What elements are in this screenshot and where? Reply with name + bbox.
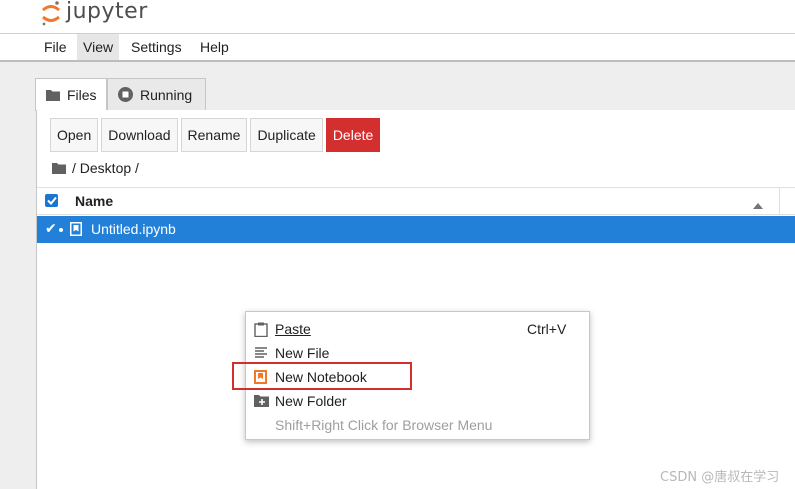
delete-button[interactable]: Delete <box>325 118 381 152</box>
watermark: CSDN @唐叔在学习 <box>660 470 780 485</box>
file-name[interactable]: Untitled.ipynb <box>91 221 176 237</box>
select-all-checkbox[interactable] <box>45 194 58 207</box>
app-header: jupyter <box>0 0 795 33</box>
stop-circle-icon <box>118 87 133 102</box>
menu-help[interactable]: Help <box>194 34 235 60</box>
menubar: File View Settings Help <box>0 33 795 62</box>
tab-running[interactable]: Running <box>107 78 206 110</box>
tab-files-label: Files <box>67 87 97 103</box>
checkmark-icon <box>46 196 57 205</box>
jupyter-logo[interactable]: jupyter <box>40 0 148 29</box>
menu-item-label: Shift+Right Click for Browser Menu <box>275 417 493 433</box>
rename-button[interactable]: Rename <box>180 118 248 152</box>
tab-files[interactable]: Files <box>35 78 107 111</box>
sort-ascending-icon[interactable] <box>753 196 763 214</box>
file-list-header: Name <box>37 187 795 215</box>
new-folder-icon <box>254 394 269 407</box>
menu-item-label: New Folder <box>275 393 347 409</box>
folder-icon <box>46 89 60 101</box>
menu-item-paste[interactable]: Paste Ctrl+V <box>246 317 589 341</box>
menu-item-label: Paste <box>275 321 311 337</box>
menu-item-label: New File <box>275 345 330 361</box>
download-button[interactable]: Download <box>101 118 178 152</box>
menu-item-new-folder[interactable]: New Folder <box>246 389 589 413</box>
column-name-header[interactable]: Name <box>75 193 113 209</box>
jupyter-logo-icon <box>42 0 60 25</box>
breadcrumb-path[interactable]: / Desktop / <box>72 160 139 176</box>
text-file-icon <box>254 346 268 359</box>
logo-text: jupyter <box>66 0 148 24</box>
tab-running-label: Running <box>140 86 193 103</box>
menu-settings[interactable]: Settings <box>125 34 188 60</box>
breadcrumb: / Desktop / <box>52 160 139 176</box>
running-indicator-dot <box>59 228 63 232</box>
column-divider <box>779 188 780 214</box>
highlight-box <box>232 362 412 390</box>
file-toolbar: Open Download Rename Duplicate Delete <box>50 118 383 154</box>
open-button[interactable]: Open <box>50 118 99 152</box>
notebook-icon <box>70 222 82 239</box>
duplicate-button[interactable]: Duplicate <box>250 118 323 152</box>
menu-view[interactable]: View <box>77 34 120 60</box>
shortcut-label: Ctrl+V <box>527 321 567 337</box>
clipboard-icon <box>254 322 268 337</box>
menu-item-browser-menu-hint: Shift+Right Click for Browser Menu <box>246 413 589 437</box>
menu-file[interactable]: File <box>38 34 73 60</box>
folder-icon[interactable] <box>52 162 66 174</box>
file-row[interactable]: ✔ Untitled.ipynb <box>37 216 795 243</box>
checkmark-icon[interactable]: ✔ <box>45 220 57 237</box>
